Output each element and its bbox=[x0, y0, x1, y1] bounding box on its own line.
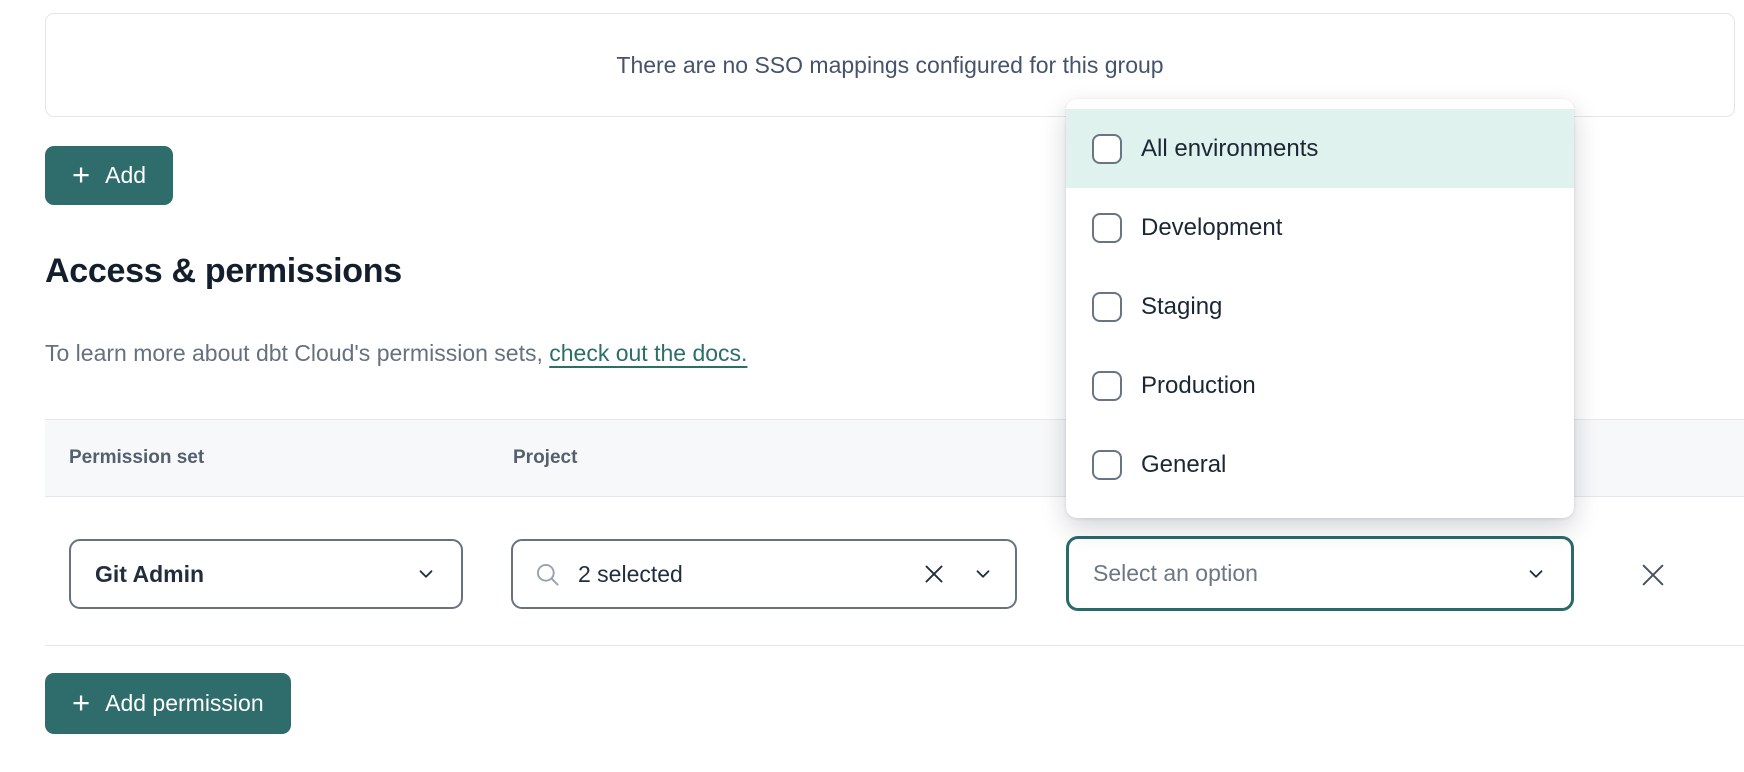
docs-link[interactable]: check out the docs. bbox=[549, 340, 747, 366]
chevron-down-icon bbox=[1525, 563, 1547, 585]
environment-dropdown-menu: All environments Development Staging Pro… bbox=[1066, 99, 1574, 518]
option-label: Staging bbox=[1141, 293, 1222, 321]
search-icon bbox=[534, 561, 561, 588]
option-label: General bbox=[1141, 451, 1226, 479]
option-label: Development bbox=[1141, 214, 1282, 242]
add-permission-button[interactable]: + Add permission bbox=[45, 673, 291, 734]
permissions-description: To learn more about dbt Cloud's permissi… bbox=[45, 340, 747, 367]
environment-select-placeholder: Select an option bbox=[1093, 560, 1258, 587]
option-label: Production bbox=[1141, 372, 1256, 400]
description-text: To learn more about dbt Cloud's permissi… bbox=[45, 340, 543, 366]
dropdown-option-staging[interactable]: Staging bbox=[1066, 267, 1574, 346]
permission-set-select[interactable]: Git Admin bbox=[69, 539, 463, 609]
checkbox-unchecked-icon[interactable] bbox=[1092, 450, 1122, 480]
environment-select[interactable]: Select an option bbox=[1066, 536, 1574, 611]
project-multiselect[interactable]: 2 selected bbox=[511, 539, 1017, 609]
add-button-label: Add bbox=[105, 162, 146, 189]
dropdown-option-all-environments[interactable]: All environments bbox=[1066, 109, 1574, 188]
plus-icon: + bbox=[72, 687, 90, 718]
checkbox-unchecked-icon[interactable] bbox=[1092, 213, 1122, 243]
dropdown-option-production[interactable]: Production bbox=[1066, 346, 1574, 425]
clear-selection-icon[interactable] bbox=[921, 561, 947, 587]
page-title: Access & permissions bbox=[45, 252, 402, 291]
group-settings-page: There are no SSO mappings configured for… bbox=[0, 0, 1744, 772]
permission-set-value: Git Admin bbox=[95, 561, 204, 588]
checkbox-unchecked-icon[interactable] bbox=[1092, 292, 1122, 322]
plus-icon: + bbox=[72, 159, 90, 190]
project-selected-count: 2 selected bbox=[578, 561, 904, 588]
column-header-project: Project bbox=[513, 420, 577, 496]
add-permission-label: Add permission bbox=[105, 690, 264, 717]
option-label: All environments bbox=[1141, 135, 1318, 163]
checkbox-unchecked-icon[interactable] bbox=[1092, 134, 1122, 164]
sso-empty-message: There are no SSO mappings configured for… bbox=[616, 52, 1163, 79]
add-sso-mapping-button[interactable]: + Add bbox=[45, 146, 173, 205]
row-divider bbox=[45, 645, 1744, 646]
dropdown-option-development[interactable]: Development bbox=[1066, 188, 1574, 267]
remove-row-button[interactable] bbox=[1637, 559, 1669, 591]
chevron-down-icon bbox=[972, 563, 994, 585]
checkbox-unchecked-icon[interactable] bbox=[1092, 371, 1122, 401]
dropdown-option-general[interactable]: General bbox=[1066, 425, 1574, 504]
column-header-permission-set: Permission set bbox=[69, 420, 204, 496]
chevron-down-icon bbox=[415, 563, 437, 585]
